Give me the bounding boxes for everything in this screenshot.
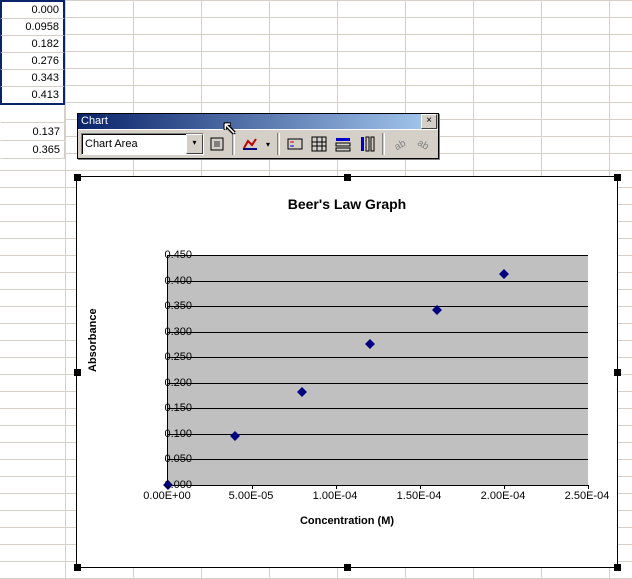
by-row-icon[interactable] — [332, 133, 354, 155]
selection-handle[interactable] — [614, 564, 621, 571]
cell[interactable]: 0.276 — [0, 53, 65, 70]
gridline — [168, 459, 588, 460]
chart-toolbar[interactable]: Chart × Chart Area ▾ ▾ ab — [77, 113, 439, 159]
data-point[interactable] — [499, 269, 509, 279]
chart-title[interactable]: Beer's Law Graph — [77, 196, 617, 212]
separator — [382, 133, 385, 155]
x-tick-label: 2.50E-04 — [552, 490, 622, 502]
y-tick-label: 0.450 — [142, 249, 192, 261]
gridline — [168, 281, 588, 282]
data-point[interactable] — [230, 431, 240, 441]
x-tick — [336, 485, 337, 489]
gridline — [168, 332, 588, 333]
svg-text:ab: ab — [416, 138, 431, 152]
y-tick-label: 0.100 — [142, 428, 192, 440]
x-tick — [504, 485, 505, 489]
angle-down-icon[interactable]: ab — [389, 133, 411, 155]
y-tick-label: 0.300 — [142, 326, 192, 338]
gridline — [168, 408, 588, 409]
gridline — [168, 357, 588, 358]
gridline — [168, 383, 588, 384]
selection-handle[interactable] — [344, 174, 351, 181]
angle-up-icon[interactable]: ab — [413, 133, 435, 155]
data-point[interactable] — [365, 339, 375, 349]
cell[interactable]: 0.137 — [0, 123, 65, 141]
cell[interactable]: 0.182 — [0, 36, 65, 53]
cell[interactable]: 0.413 — [0, 87, 65, 105]
chevron-down-icon[interactable]: ▾ — [186, 134, 203, 154]
selection-handle[interactable] — [614, 174, 621, 181]
cell[interactable]: 0.343 — [0, 70, 65, 87]
separator — [277, 133, 280, 155]
column-a: 0.0000.09580.1820.2760.3430.413 0.1370.36… — [0, 0, 65, 159]
selection-handle[interactable] — [74, 564, 81, 571]
selection-handle[interactable] — [74, 174, 81, 181]
svg-text:ab: ab — [393, 138, 408, 152]
format-object-icon[interactable] — [206, 133, 228, 155]
legend-icon[interactable] — [284, 133, 306, 155]
y-tick-label: 0.050 — [142, 453, 192, 465]
close-icon[interactable]: × — [421, 114, 437, 129]
x-tick — [420, 485, 421, 489]
y-axis-label[interactable]: Absorbance — [87, 308, 99, 372]
x-axis-label[interactable]: Concentration (M) — [77, 515, 617, 527]
y-tick-label: 0.250 — [142, 351, 192, 363]
data-point[interactable] — [297, 387, 307, 397]
by-column-icon[interactable] — [356, 133, 378, 155]
chart-type-dropdown-icon[interactable]: ▾ — [263, 133, 273, 155]
embedded-chart[interactable]: Beer's Law Graph Absorbance Concentratio… — [76, 176, 618, 568]
selector-value: Chart Area — [85, 135, 138, 153]
gridline — [168, 306, 588, 307]
cell[interactable]: 0.0958 — [0, 19, 65, 36]
toolbar-titlebar[interactable]: Chart × — [78, 114, 438, 129]
data-table-icon[interactable] — [308, 133, 330, 155]
plot-area[interactable] — [167, 255, 588, 486]
selection-handle[interactable] — [614, 369, 621, 376]
y-tick-label: 0.200 — [142, 377, 192, 389]
separator — [232, 133, 235, 155]
cell[interactable]: 0.365 — [0, 141, 65, 159]
x-tick-label: 1.00E-04 — [300, 490, 370, 502]
toolbar-body: Chart Area ▾ ▾ ab ab — [78, 129, 438, 158]
y-tick-label: 0.150 — [142, 402, 192, 414]
x-tick-label: 2.00E-04 — [468, 490, 538, 502]
chart-type-icon[interactable] — [239, 133, 261, 155]
x-tick — [252, 485, 253, 489]
chart-objects-selector[interactable]: Chart Area ▾ — [81, 133, 204, 155]
toolbar-title: Chart — [81, 114, 108, 129]
cell[interactable] — [0, 105, 65, 123]
x-tick-label: 1.50E-04 — [384, 490, 454, 502]
y-tick-label: 0.350 — [142, 300, 192, 312]
selection-handle[interactable] — [74, 369, 81, 376]
selection-handle[interactable] — [344, 564, 351, 571]
cell[interactable]: 0.000 — [0, 0, 65, 19]
gridline — [168, 255, 588, 256]
x-tick-label: 0.00E+00 — [132, 490, 202, 502]
x-tick-label: 5.00E-05 — [216, 490, 286, 502]
x-tick — [588, 485, 589, 489]
y-tick-label: 0.400 — [142, 275, 192, 287]
